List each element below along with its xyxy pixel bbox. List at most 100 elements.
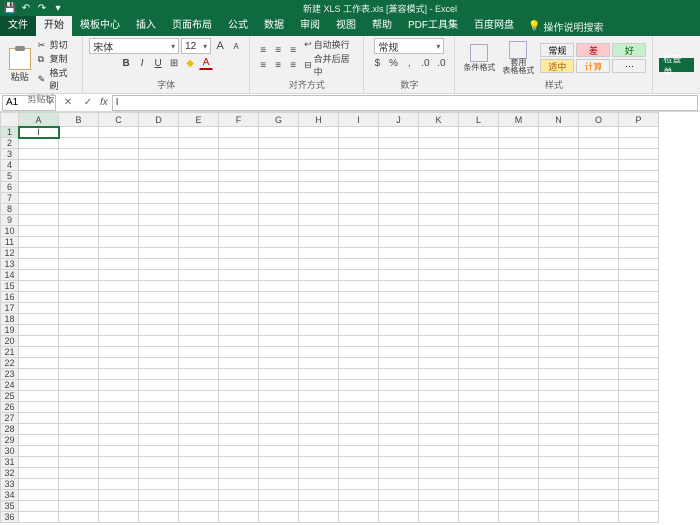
cell-I3[interactable] xyxy=(339,149,379,160)
grow-font-button[interactable]: A xyxy=(213,39,227,53)
cell-H35[interactable] xyxy=(299,501,339,512)
cell-E34[interactable] xyxy=(179,490,219,501)
cell-D29[interactable] xyxy=(139,435,179,446)
cell-F25[interactable] xyxy=(219,391,259,402)
cell-K2[interactable] xyxy=(419,138,459,149)
tab-review[interactable]: 审阅 xyxy=(292,16,328,36)
row-header-25[interactable]: 25 xyxy=(1,391,19,402)
cell-L21[interactable] xyxy=(459,347,499,358)
cell-F32[interactable] xyxy=(219,468,259,479)
cell-O10[interactable] xyxy=(579,226,619,237)
cell-G30[interactable] xyxy=(259,446,299,457)
cell-D1[interactable] xyxy=(139,127,179,138)
cell-J14[interactable] xyxy=(379,270,419,281)
cell-M6[interactable] xyxy=(499,182,539,193)
row-header-5[interactable]: 5 xyxy=(1,171,19,182)
cell-F3[interactable] xyxy=(219,149,259,160)
cell-B34[interactable] xyxy=(59,490,99,501)
cell-M9[interactable] xyxy=(499,215,539,226)
cell-C8[interactable] xyxy=(99,204,139,215)
cell-D10[interactable] xyxy=(139,226,179,237)
cell-G31[interactable] xyxy=(259,457,299,468)
cell-P35[interactable] xyxy=(619,501,659,512)
fx-icon[interactable]: fx xyxy=(100,97,108,108)
cell-K27[interactable] xyxy=(419,413,459,424)
cell-M32[interactable] xyxy=(499,468,539,479)
cell-I2[interactable] xyxy=(339,138,379,149)
cell-K23[interactable] xyxy=(419,369,459,380)
cell-N20[interactable] xyxy=(539,336,579,347)
cell-K20[interactable] xyxy=(419,336,459,347)
cell-I36[interactable] xyxy=(339,512,379,523)
cell-B9[interactable] xyxy=(59,215,99,226)
font-name-combo[interactable]: 宋体▾ xyxy=(89,38,179,54)
conditional-format-button[interactable]: 条件格式 xyxy=(461,41,497,75)
cell-J6[interactable] xyxy=(379,182,419,193)
cell-K24[interactable] xyxy=(419,380,459,391)
decrease-decimal-button[interactable]: .0 xyxy=(434,56,448,70)
cell-D21[interactable] xyxy=(139,347,179,358)
cell-G26[interactable] xyxy=(259,402,299,413)
cell-C14[interactable] xyxy=(99,270,139,281)
tab-help[interactable]: 帮助 xyxy=(364,16,400,36)
cell-D25[interactable] xyxy=(139,391,179,402)
cell-C5[interactable] xyxy=(99,171,139,182)
cell-L11[interactable] xyxy=(459,237,499,248)
cell-B8[interactable] xyxy=(59,204,99,215)
row-header-6[interactable]: 6 xyxy=(1,182,19,193)
cell-K31[interactable] xyxy=(419,457,459,468)
cell-E33[interactable] xyxy=(179,479,219,490)
cell-C10[interactable] xyxy=(99,226,139,237)
confirm-button[interactable]: ✓ xyxy=(80,95,96,111)
cell-G12[interactable] xyxy=(259,248,299,259)
cell-O35[interactable] xyxy=(579,501,619,512)
cell-E19[interactable] xyxy=(179,325,219,336)
style-bad[interactable]: 差 xyxy=(576,43,610,57)
cell-J10[interactable] xyxy=(379,226,419,237)
cell-C27[interactable] xyxy=(99,413,139,424)
cell-K14[interactable] xyxy=(419,270,459,281)
cell-M24[interactable] xyxy=(499,380,539,391)
cell-M13[interactable] xyxy=(499,259,539,270)
cell-D15[interactable] xyxy=(139,281,179,292)
cell-I35[interactable] xyxy=(339,501,379,512)
cell-C18[interactable] xyxy=(99,314,139,325)
cell-A32[interactable] xyxy=(19,468,59,479)
cell-J20[interactable] xyxy=(379,336,419,347)
cell-G9[interactable] xyxy=(259,215,299,226)
italic-button[interactable]: I xyxy=(135,56,149,70)
cell-I32[interactable] xyxy=(339,468,379,479)
cell-I25[interactable] xyxy=(339,391,379,402)
row-header-29[interactable]: 29 xyxy=(1,435,19,446)
cell-P26[interactable] xyxy=(619,402,659,413)
cell-F30[interactable] xyxy=(219,446,259,457)
cell-P31[interactable] xyxy=(619,457,659,468)
cell-F36[interactable] xyxy=(219,512,259,523)
cell-O19[interactable] xyxy=(579,325,619,336)
cell-A1[interactable]: I xyxy=(19,127,59,138)
cell-O1[interactable] xyxy=(579,127,619,138)
cell-H17[interactable] xyxy=(299,303,339,314)
row-header-30[interactable]: 30 xyxy=(1,446,19,457)
cell-P11[interactable] xyxy=(619,237,659,248)
cell-A18[interactable] xyxy=(19,314,59,325)
cell-J36[interactable] xyxy=(379,512,419,523)
cell-A12[interactable] xyxy=(19,248,59,259)
cell-H32[interactable] xyxy=(299,468,339,479)
cell-M22[interactable] xyxy=(499,358,539,369)
cell-L22[interactable] xyxy=(459,358,499,369)
cell-F33[interactable] xyxy=(219,479,259,490)
cell-D7[interactable] xyxy=(139,193,179,204)
cell-A21[interactable] xyxy=(19,347,59,358)
cell-B32[interactable] xyxy=(59,468,99,479)
row-header-2[interactable]: 2 xyxy=(1,138,19,149)
tab-formula[interactable]: 公式 xyxy=(220,16,256,36)
cell-I1[interactable] xyxy=(339,127,379,138)
cell-E11[interactable] xyxy=(179,237,219,248)
cell-K9[interactable] xyxy=(419,215,459,226)
cell-I15[interactable] xyxy=(339,281,379,292)
row-header-21[interactable]: 21 xyxy=(1,347,19,358)
cell-J4[interactable] xyxy=(379,160,419,171)
cell-E6[interactable] xyxy=(179,182,219,193)
cell-E30[interactable] xyxy=(179,446,219,457)
